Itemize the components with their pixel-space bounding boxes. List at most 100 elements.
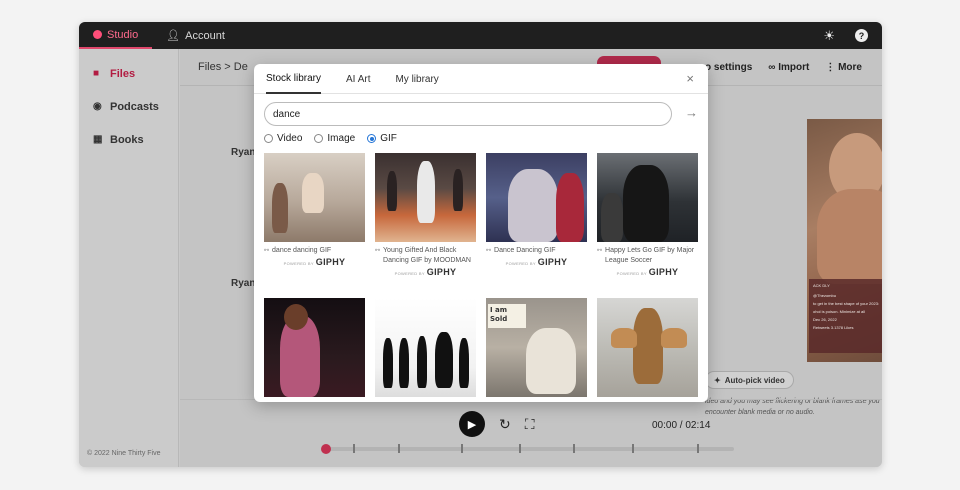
- help-icon[interactable]: ?: [855, 29, 868, 42]
- radio-label: Image: [327, 133, 356, 144]
- sun-icon[interactable]: ☀: [823, 28, 835, 44]
- result-card[interactable]: I am Sold: [486, 298, 587, 397]
- tweet-text: ohol is poison. Minimize at all: [813, 309, 866, 314]
- dancer-silhouette: [399, 338, 409, 388]
- gif-thumbnail: [264, 153, 365, 242]
- fan-figure: [508, 169, 558, 242]
- studio-icon: [93, 30, 102, 39]
- media-type-filter: Video Image GIF: [264, 133, 397, 144]
- fan-figure: [601, 193, 623, 242]
- timeline-marker: [697, 444, 699, 453]
- result-card[interactable]: [264, 298, 365, 397]
- tab-label: Stock library: [266, 72, 322, 84]
- file-icon: ■: [93, 68, 100, 79]
- search-input[interactable]: [264, 102, 672, 126]
- result-card[interactable]: ⚯ Young Gifted And Black Dancing GIF by M…: [375, 153, 476, 277]
- book-icon: ▦: [93, 134, 103, 145]
- more-button[interactable]: ⋮ More: [825, 62, 862, 73]
- player-controls: ▶ ↻ ⛶: [459, 411, 535, 437]
- timeline-marker: [519, 444, 521, 453]
- gif-icon: ⚯: [486, 248, 492, 254]
- timeline-marker: [398, 444, 400, 453]
- sidebar-item-books[interactable]: ▦ Books: [79, 123, 178, 156]
- fullscreen-icon[interactable]: ⛶: [525, 416, 535, 433]
- radio-gif[interactable]: GIF: [367, 133, 397, 144]
- tab-stock-library[interactable]: Stock library: [266, 64, 322, 94]
- settings-button[interactable]: o settings: [705, 62, 752, 73]
- radio-circle: [264, 134, 273, 143]
- radio-video[interactable]: Video: [264, 133, 302, 144]
- tweet-handle: @Thezombu: [813, 293, 836, 298]
- dancer-figure: [453, 169, 463, 211]
- radio-circle: [314, 134, 324, 143]
- caption-text: Dance Dancing GIF: [494, 247, 556, 254]
- result-card[interactable]: ⚯ Happy Lets Go GIF by Major League Socce…: [597, 153, 698, 277]
- top-bar: Studio 👤︎ Account ☀ ?: [79, 22, 882, 49]
- timeline-marker: [353, 444, 355, 453]
- close-icon[interactable]: ×: [686, 71, 694, 86]
- dancer-head: [284, 304, 308, 330]
- dancer-figure: [387, 171, 397, 211]
- row-name: Ryan: [231, 278, 256, 289]
- result-caption: ⚯ dance dancing GIF: [264, 246, 365, 256]
- dancer-figure: [417, 161, 435, 223]
- tweet-stats: Retweets 3.1378 Likes: [813, 325, 854, 330]
- result-card[interactable]: [375, 298, 476, 397]
- video-preview[interactable]: ACK DLY @Thezombu to get in the best sha…: [807, 119, 882, 362]
- play-button[interactable]: ▶: [459, 411, 485, 437]
- tab-studio-label: Studio: [107, 28, 139, 41]
- result-card[interactable]: [597, 298, 698, 397]
- import-label: Import: [778, 62, 810, 73]
- dancer-silhouette: [459, 338, 469, 388]
- tweet-date: Dec 26, 2022: [813, 317, 837, 322]
- result-card[interactable]: ⚯ Dance Dancing GIF POWERED BY GIPHY: [486, 153, 587, 267]
- fan-figure: [623, 165, 669, 242]
- gif-icon: ⚯: [375, 248, 381, 254]
- sidebar-item-files[interactable]: ■ Files: [79, 57, 178, 90]
- playhead[interactable]: [321, 444, 331, 454]
- animal-wing: [661, 328, 687, 348]
- tab-account[interactable]: 👤︎ Account: [152, 22, 239, 49]
- gif-thumbnail: [264, 298, 365, 397]
- gif-thumbnail: [375, 298, 476, 397]
- auto-pick-button[interactable]: ✦ Auto-pick video: [705, 371, 794, 389]
- gif-icon: ⚯: [597, 248, 603, 254]
- radio-label: GIF: [380, 133, 397, 144]
- dancer-silhouette: [435, 332, 453, 388]
- timeline-marker: [461, 444, 463, 453]
- tab-studio[interactable]: Studio: [79, 22, 153, 49]
- gif-thumbnail: [375, 153, 476, 242]
- import-button[interactable]: ∞ Import: [768, 62, 809, 73]
- giphy-attribution: POWERED BY GIPHY: [597, 267, 698, 277]
- gif-thumbnail: [597, 153, 698, 242]
- radio-image[interactable]: Image: [314, 133, 355, 144]
- tab-ai-art[interactable]: AI Art: [346, 64, 370, 94]
- caption-text: Happy Lets Go GIF by Major League Soccer: [605, 247, 695, 264]
- sidebar-item-label: Files: [110, 67, 136, 80]
- result-caption: ⚯ Dance Dancing GIF: [486, 246, 587, 256]
- sold-sign: I am Sold: [488, 304, 526, 328]
- tab-my-library[interactable]: My library: [395, 64, 438, 94]
- arrow-right-icon[interactable]: →: [685, 105, 698, 120]
- result-card[interactable]: ⚯ dance dancing GIF POWERED BY GIPHY: [264, 153, 365, 267]
- powered-by: POWERED BY: [505, 261, 536, 266]
- sparkle-icon: ✦: [714, 375, 721, 385]
- dog-figure: [526, 328, 576, 394]
- powered-by: POWERED BY: [283, 261, 314, 266]
- timeline[interactable]: [321, 444, 734, 454]
- replay-icon[interactable]: ↻: [499, 416, 511, 433]
- toolbar-actions: o settings ∞ Import ⋮ More: [597, 49, 862, 86]
- user-icon: 👤︎: [166, 30, 181, 42]
- radio-circle: [367, 134, 377, 143]
- gif-icon: ⚯: [264, 248, 270, 254]
- gif-thumbnail: I am Sold: [486, 298, 587, 397]
- sidebar: ■ Files ◉ Podcasts ▦ Books © 2022 Nine T…: [79, 49, 179, 467]
- result-caption: ⚯ Happy Lets Go GIF by Major League Socce…: [597, 246, 698, 266]
- auto-pick-label: Auto-pick video: [724, 375, 785, 385]
- breadcrumb[interactable]: Files > De: [198, 61, 248, 73]
- timeline-marker: [573, 444, 575, 453]
- giphy-attribution: POWERED BY GIPHY: [486, 257, 587, 267]
- tab-label: My library: [395, 73, 439, 85]
- sidebar-item-podcasts[interactable]: ◉ Podcasts: [79, 90, 178, 123]
- tweet-card: ACK DLY @Thezombu to get in the best sha…: [809, 279, 882, 353]
